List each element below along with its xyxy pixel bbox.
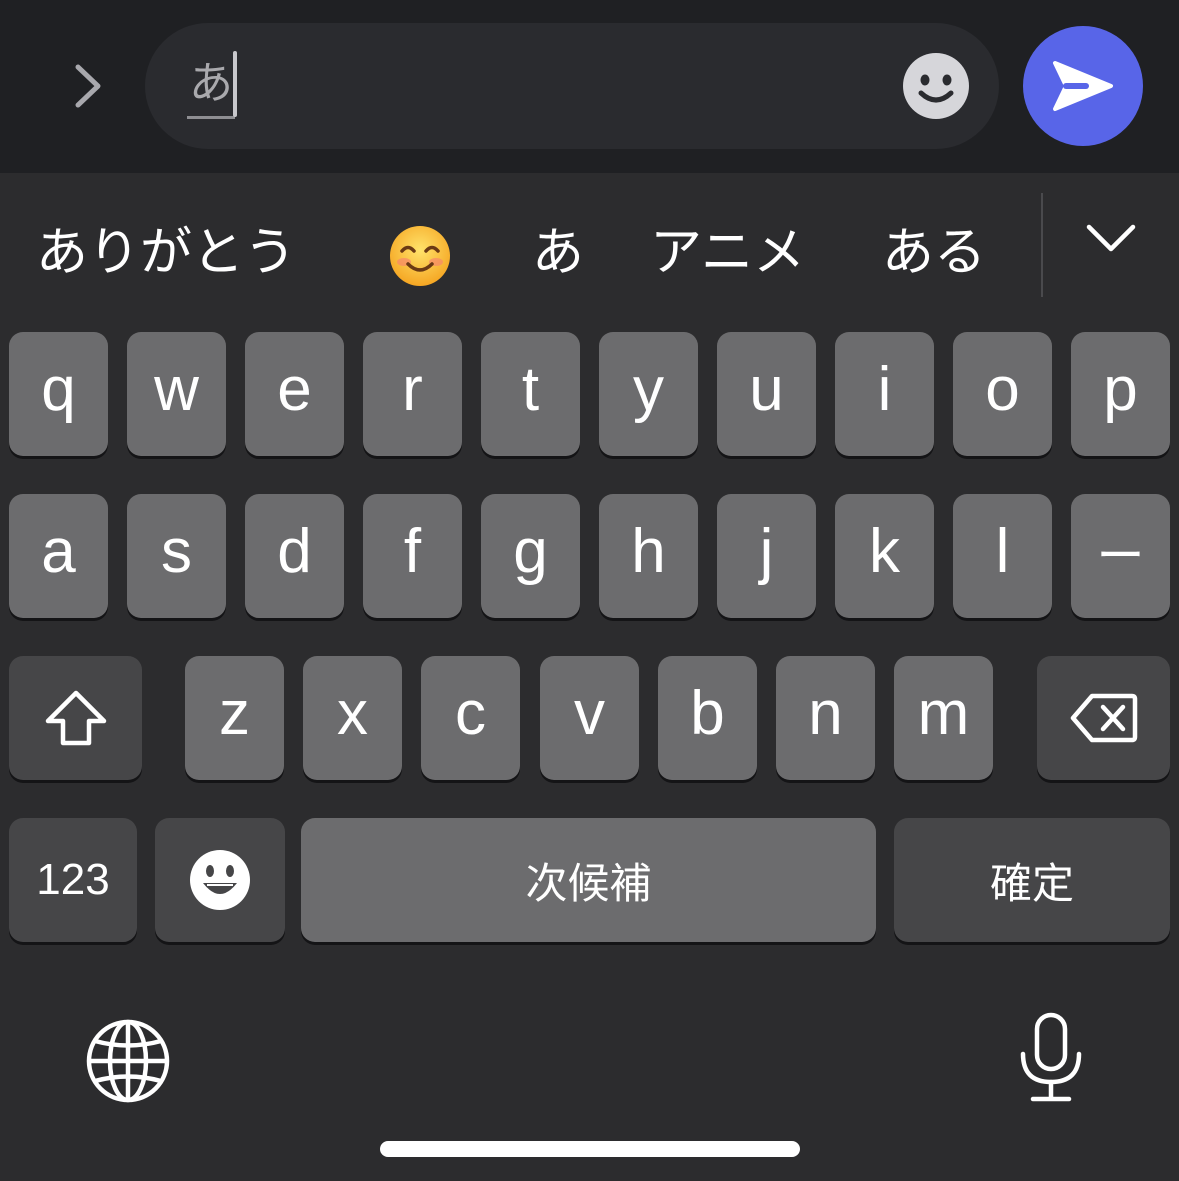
candidate-bar: ありがとう あ アニメ ある	[0, 173, 1179, 323]
key-s[interactable]: s	[127, 494, 226, 618]
key-h[interactable]: h	[599, 494, 698, 618]
key-w[interactable]: w	[127, 332, 226, 456]
numbers-key[interactable]: 123	[9, 818, 137, 942]
key-x[interactable]: x	[303, 656, 402, 780]
candidate-a[interactable]: あ	[532, 218, 584, 288]
chevron-right-icon	[75, 64, 101, 108]
key-o[interactable]: o	[953, 332, 1052, 456]
key-p[interactable]: p	[1071, 332, 1170, 456]
key-y[interactable]: y	[599, 332, 698, 456]
expand-button[interactable]	[58, 56, 118, 116]
delete-key[interactable]	[1037, 656, 1170, 780]
send-button[interactable]	[1023, 26, 1143, 146]
message-composer: あ	[0, 0, 1179, 173]
key-u[interactable]: u	[717, 332, 816, 456]
key-a[interactable]: a	[9, 494, 108, 618]
microphone-icon[interactable]	[1018, 1012, 1084, 1104]
key-long-vowel[interactable]: ー	[1071, 494, 1170, 618]
shift-icon	[45, 690, 106, 746]
emoji-icon	[190, 850, 250, 910]
candidate-expand-button[interactable]	[1080, 213, 1142, 263]
next-candidate-label: 次候補	[525, 858, 652, 908]
key-n[interactable]: n	[776, 656, 875, 780]
send-icon	[1053, 61, 1113, 111]
key-k[interactable]: k	[835, 494, 934, 618]
text-caret	[233, 51, 237, 117]
globe-icon[interactable]	[85, 1018, 171, 1104]
key-e[interactable]: e	[245, 332, 344, 456]
key-f[interactable]: f	[363, 494, 462, 618]
key-l[interactable]: l	[953, 494, 1052, 618]
emoji-key[interactable]	[155, 818, 285, 942]
key-b[interactable]: b	[658, 656, 757, 780]
message-input[interactable]: あ	[145, 23, 999, 149]
key-z[interactable]: z	[185, 656, 284, 780]
smiling-face-emoji-icon	[390, 226, 450, 286]
shift-key[interactable]	[9, 656, 142, 780]
key-g[interactable]: g	[481, 494, 580, 618]
candidate-arigatou[interactable]: ありがとう	[36, 218, 296, 288]
home-indicator[interactable]	[380, 1141, 800, 1157]
key-q[interactable]: q	[9, 332, 108, 456]
chevron-down-icon	[1086, 224, 1136, 252]
confirm-key-label: 確定	[989, 858, 1074, 908]
input-text: あ	[187, 53, 235, 119]
key-d[interactable]: d	[245, 494, 344, 618]
candidate-aru[interactable]: ある	[882, 218, 986, 288]
candidate-anime[interactable]: アニメ	[650, 218, 805, 288]
candidate-divider	[1041, 193, 1043, 297]
key-v[interactable]: v	[540, 656, 639, 780]
numbers-key-label: 123	[36, 855, 110, 904]
delete-icon	[1070, 693, 1137, 743]
confirm-key[interactable]: 確定	[894, 818, 1170, 942]
key-m[interactable]: m	[894, 656, 993, 780]
key-r[interactable]: r	[363, 332, 462, 456]
key-c[interactable]: c	[421, 656, 520, 780]
key-t[interactable]: t	[481, 332, 580, 456]
key-j[interactable]: j	[717, 494, 816, 618]
next-candidate-key[interactable]: 次候補	[301, 818, 876, 942]
smiley-icon[interactable]	[903, 53, 969, 119]
candidate-smile-emoji[interactable]	[388, 218, 452, 288]
key-i[interactable]: i	[835, 332, 934, 456]
